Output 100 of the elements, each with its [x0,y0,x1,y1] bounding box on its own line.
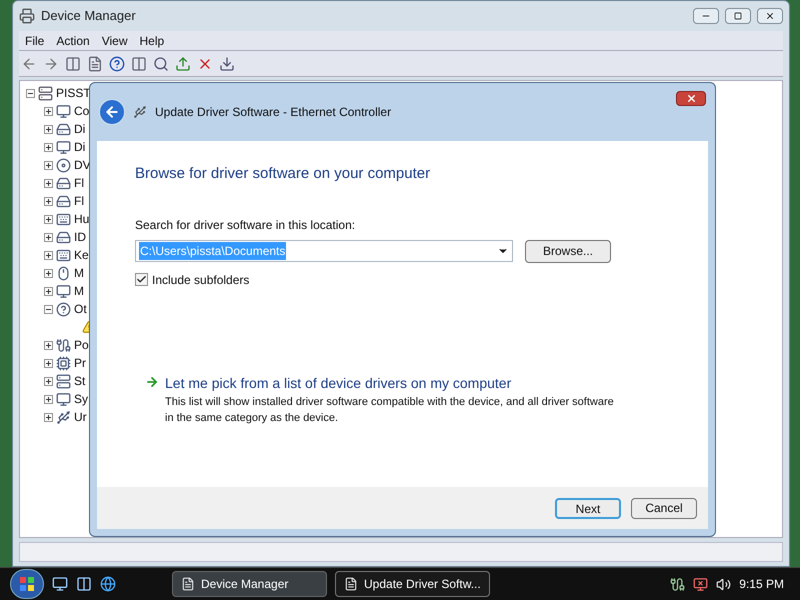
device-icon [56,140,71,154]
tree-item[interactable]: St [74,372,86,390]
tree-item[interactable]: Hu [74,210,90,228]
taskbar-button[interactable]: Device Manager [172,571,327,597]
browser-icon[interactable] [100,576,116,592]
check-icon [136,274,147,285]
start-button[interactable] [10,569,44,599]
expand-toggle[interactable] [44,286,53,296]
tree-item[interactable]: Ke [74,246,89,264]
tree-item[interactable]: Fl [74,174,84,192]
driver-list-link[interactable]: Let me pick from a list of device drivers on my computer [165,372,615,394]
device-icon [56,338,71,352]
expand-toggle[interactable] [44,232,53,242]
device-icon [56,104,71,118]
plus-icon [45,198,52,204]
expand-toggle[interactable] [44,214,53,224]
tree-item[interactable]: Fl [74,192,84,210]
tree-item[interactable]: Ur [74,408,87,426]
device-icon [56,212,71,226]
switch-windows-icon[interactable] [76,576,92,592]
device-icon [56,176,71,190]
tree-item[interactable]: Di [74,120,86,138]
collapse-toggle[interactable] [26,88,35,98]
checkbox-label: Include subfolders [152,272,250,288]
clock[interactable]: 9:15 PM [739,575,790,593]
tree-item[interactable]: Co [74,102,90,120]
taskbar-button[interactable]: Update Driver Softw... [335,571,490,597]
tree-item[interactable]: Di [74,138,86,156]
forward-icon[interactable] [43,56,59,72]
computer-icon [38,86,53,100]
expand-toggle[interactable] [44,178,53,188]
device-icon [133,105,147,119]
dialog-button[interactable]: Cancel [631,498,697,518]
update-driver-icon[interactable] [175,56,191,72]
volume-icon[interactable] [716,576,732,592]
console-tree-icon[interactable] [65,56,81,72]
option-description: This list will show installed driver software compatible with the device, and all driver software in the same category as the device. [165,394,615,426]
tree-item[interactable]: PISST [56,84,91,102]
expand-toggle[interactable] [44,358,53,368]
device-icon [56,266,71,280]
tree-item[interactable]: Ot [74,300,87,318]
back-button[interactable] [99,99,125,125]
expand-toggle[interactable] [44,124,53,134]
scan-icon[interactable] [153,56,169,72]
tree-item[interactable]: Sy [74,390,88,408]
device-icon [56,230,71,244]
menu-item[interactable]: View [96,32,134,50]
close-button[interactable] [757,8,783,24]
expand-toggle[interactable] [44,142,53,152]
expand-toggle[interactable] [44,376,53,386]
expand-toggle[interactable] [44,250,53,260]
browse-button[interactable]: Browse... [525,240,611,262]
help-icon[interactable] [109,56,125,72]
tree-item[interactable]: Po [74,336,89,354]
dialog-button[interactable]: Next [555,498,621,518]
windows-logo [19,576,35,592]
tree-item[interactable]: M [74,282,84,300]
show-desktop-icon[interactable] [52,576,68,592]
expand-toggle[interactable] [44,340,53,350]
dialog-title: Update Driver Software - Ethernet Controller [155,104,392,121]
menu-item[interactable]: File [19,32,50,50]
collapse-toggle[interactable] [44,304,53,314]
tree-item[interactable]: Pr [74,354,86,372]
device-icon [56,284,71,298]
dialog-heading: Browse for driver software on your computer [135,164,432,184]
plus-icon [45,288,52,294]
plus-icon [45,396,52,402]
close-button[interactable] [676,91,706,106]
expand-toggle[interactable] [44,268,53,278]
properties-icon[interactable] [87,56,103,72]
expand-toggle[interactable] [44,160,53,170]
tree-item[interactable]: ID [74,228,86,246]
close-icon [686,93,696,104]
plus-icon [45,126,52,132]
plus-icon [45,252,52,258]
plus-icon [45,360,52,366]
minimize-button[interactable] [693,8,719,24]
maximize-icon [734,12,742,20]
expand-toggle[interactable] [44,394,53,404]
install-icon[interactable] [219,56,235,72]
action-pane-icon[interactable] [131,56,147,72]
document-icon [181,577,195,591]
menu-item[interactable]: Action [50,32,96,50]
device-icon [56,302,71,316]
tree-item[interactable]: M [74,264,84,282]
plus-icon [45,108,52,114]
device-icon [56,374,71,388]
expand-toggle[interactable] [44,196,53,206]
menu-item[interactable]: Help [134,32,170,50]
plus-icon [45,144,52,150]
network-disconnected-icon[interactable] [693,576,708,592]
close-icon [765,11,775,21]
include-subfolders-checkbox[interactable] [135,273,148,286]
device-icon [56,356,71,370]
device-icon [56,194,71,208]
back-icon[interactable] [21,56,37,72]
expand-toggle[interactable] [44,106,53,116]
maximize-button[interactable] [725,8,751,24]
device-icon [56,410,71,424]
expand-toggle[interactable] [44,412,53,422]
